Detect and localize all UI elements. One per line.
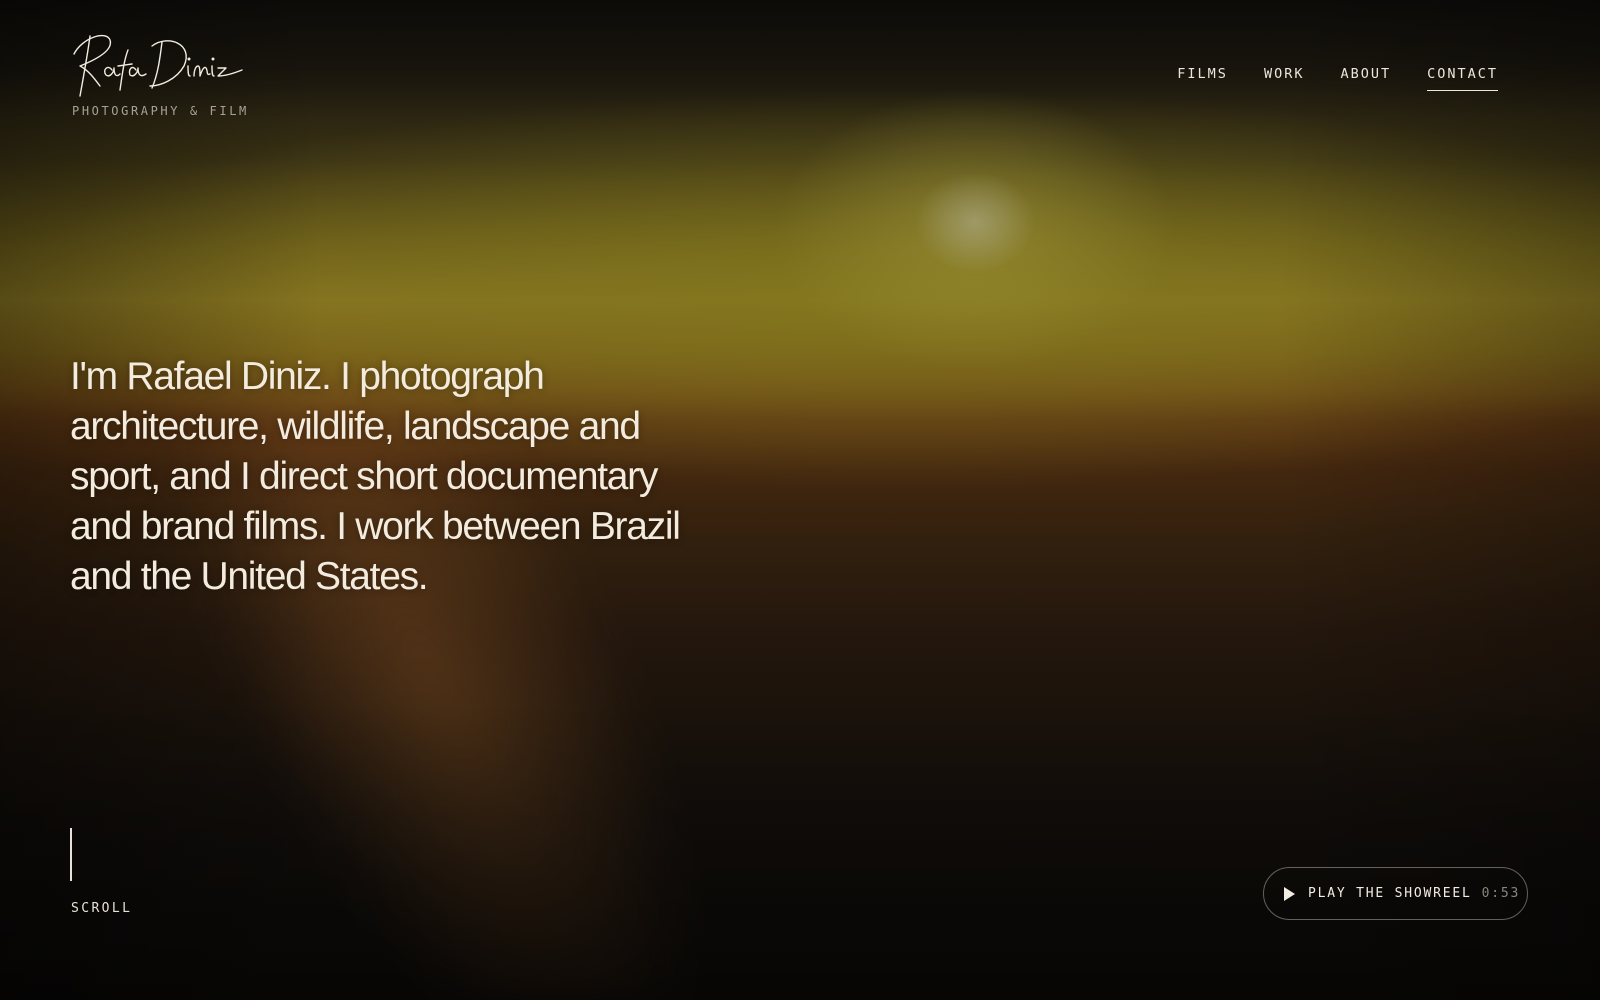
play-showreel-button[interactable]: PLAY THE SHOWREEL 0:53 — [1263, 867, 1528, 920]
scroll-indicator-line — [70, 828, 72, 881]
nav-item-about[interactable]: ABOUT — [1340, 66, 1391, 91]
page: PHOTOGRAPHY & FILM FILMS WORK ABOUT CONT… — [0, 0, 1600, 1000]
nav-item-contact[interactable]: CONTACT — [1427, 66, 1498, 91]
logo-tagline: PHOTOGRAPHY & FILM — [72, 104, 249, 118]
main-nav: FILMS WORK ABOUT CONTACT — [1177, 66, 1498, 91]
nav-item-films[interactable]: FILMS — [1177, 66, 1228, 91]
site-logo[interactable]: PHOTOGRAPHY & FILM — [72, 30, 249, 118]
hero-intro-text: I'm Rafael Diniz. I photograph architect… — [70, 355, 681, 598]
nav-item-work[interactable]: WORK — [1264, 66, 1305, 91]
showreel-label: PLAY THE SHOWREEL — [1308, 886, 1472, 901]
play-icon — [1284, 886, 1295, 901]
signature-logo — [73, 35, 243, 97]
scroll-label[interactable]: SCROLL — [71, 901, 132, 916]
showreel-duration: 0:53 — [1481, 886, 1521, 901]
